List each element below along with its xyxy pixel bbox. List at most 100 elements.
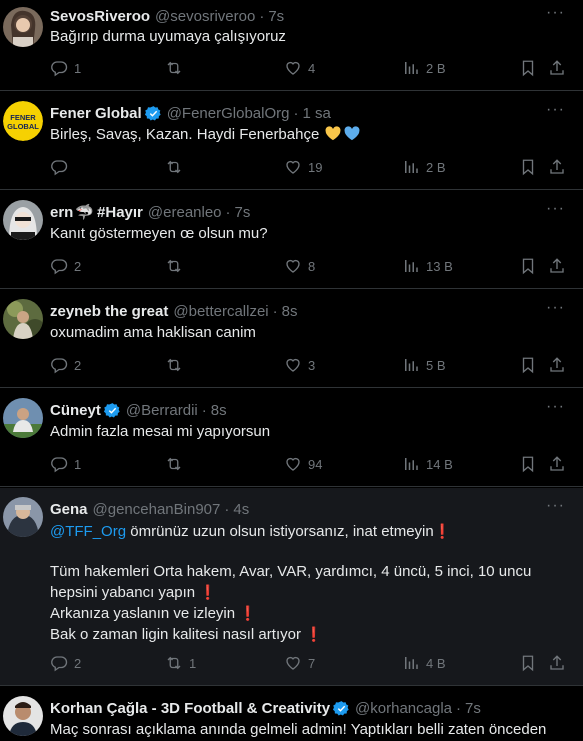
views-button[interactable]: 4 B (402, 653, 446, 673)
tweet[interactable]: zeyneb the great @bettercallzei · 8s ···… (0, 290, 583, 388)
more-options-icon[interactable]: ··· (546, 102, 565, 118)
like-button[interactable]: 4 (284, 58, 315, 78)
timestamp[interactable]: 8s (211, 402, 227, 419)
more-options-icon[interactable]: ··· (546, 300, 565, 316)
bookmark-icon (522, 159, 534, 176)
reply-button[interactable]: 1 (50, 454, 81, 474)
avatar[interactable] (3, 497, 43, 537)
timestamp[interactable]: 7s (465, 700, 481, 717)
avatar-logo-text: GLOBAL (7, 122, 39, 131)
views-button[interactable]: 5 B (402, 355, 446, 375)
display-name[interactable]: Fener Global (50, 105, 142, 122)
bookmark-button[interactable] (519, 256, 537, 276)
reply-icon (51, 358, 68, 374)
views-button[interactable]: 2 B (402, 157, 446, 177)
share-button[interactable] (548, 256, 566, 276)
share-button[interactable] (548, 454, 566, 474)
reply-button[interactable]: 2 (50, 653, 81, 673)
handle[interactable]: @korhancagla (355, 700, 452, 717)
display-name[interactable]: SevosRiveroo (50, 8, 150, 25)
retweet-button[interactable] (165, 256, 189, 276)
mention-link[interactable]: @TFF_Org (50, 523, 126, 540)
verified-badge-icon (333, 700, 349, 715)
timestamp[interactable]: 7s (268, 8, 284, 25)
share-button[interactable] (548, 58, 566, 78)
bookmark-button[interactable] (519, 653, 537, 673)
views-icon (405, 458, 418, 470)
retweet-button[interactable]: 1 (165, 653, 196, 673)
bookmark-button[interactable] (519, 157, 537, 177)
share-button[interactable] (548, 355, 566, 375)
display-name[interactable]: Gena (50, 501, 88, 518)
like-button[interactable]: 94 (284, 454, 322, 474)
handle[interactable]: @gencehanBin907 (93, 501, 221, 518)
action-bar: 1 4 2 B (50, 58, 583, 78)
like-count: 94 (308, 456, 323, 472)
more-options-icon[interactable]: ··· (546, 498, 565, 514)
bookmark-button[interactable] (519, 355, 537, 375)
avatar[interactable] (3, 200, 43, 240)
display-name[interactable]: Cüneyt (50, 402, 101, 419)
handle[interactable]: @FenerGlobalOrg (167, 105, 290, 122)
timestamp[interactable]: 7s (235, 204, 251, 221)
views-button[interactable]: 2 B (402, 58, 446, 78)
blue-heart-icon (344, 126, 360, 141)
retweet-icon (167, 259, 181, 273)
retweet-icon (167, 160, 181, 174)
retweet-button[interactable] (165, 355, 189, 375)
bookmark-button[interactable] (519, 58, 537, 78)
retweet-button[interactable] (165, 58, 189, 78)
tweet-text: oxumadim ama haklisan canim (50, 324, 256, 341)
avatar[interactable] (3, 398, 43, 438)
tweet-text: @TFF_Org ömrünüz uzun olsun istiyorsanız… (50, 521, 569, 645)
avatar[interactable] (3, 299, 43, 339)
like-button[interactable]: 8 (284, 256, 315, 276)
reply-button[interactable]: 2 (50, 355, 81, 375)
handle[interactable]: @Berrardii (126, 402, 198, 419)
timestamp[interactable]: 4s (233, 501, 249, 518)
tweet[interactable]: Cüneyt @Berrardii · 8s ··· Admin fazla m… (0, 389, 583, 487)
display-name[interactable]: Korhan Çağla - 3D Football & Creativity (50, 700, 330, 717)
more-options-icon[interactable]: ··· (546, 5, 565, 21)
timestamp[interactable]: 8s (282, 303, 298, 320)
avatar-logo-text: FENER (10, 113, 36, 122)
like-button[interactable]: 3 (284, 355, 315, 375)
avatar[interactable] (3, 696, 43, 736)
handle[interactable]: @sevosriveroo (155, 8, 255, 25)
tweet[interactable]: FENER GLOBAL Fener Global @FenerGlobalOrg… (0, 92, 583, 190)
avatar[interactable] (3, 7, 43, 47)
reply-button[interactable] (50, 157, 74, 177)
views-button[interactable]: 13 B (402, 256, 453, 276)
reply-icon (51, 656, 68, 672)
display-name[interactable]: zeyneb the great (50, 303, 168, 320)
view-count: 4 B (426, 655, 446, 671)
tweet[interactable]: SevosRiveroo @sevosriveroo · 7s ··· Bağı… (0, 0, 583, 91)
tweet[interactable]: ern 🦈 #Hayır @ereanleo · 7s ··· Kanıt gö… (0, 191, 583, 289)
handle[interactable]: @ereanleo (148, 204, 222, 221)
bookmark-button[interactable] (519, 454, 537, 474)
avatar[interactable]: FENER GLOBAL (3, 101, 43, 141)
views-button[interactable]: 14 B (402, 454, 453, 474)
exclamation-emoji: ❗ (199, 584, 217, 600)
retweet-button[interactable] (165, 157, 189, 177)
separator-dot: · (293, 104, 299, 122)
handle[interactable]: @bettercallzei (173, 303, 268, 320)
retweet-button[interactable] (165, 454, 189, 474)
action-bar: 2 1 7 4 B (50, 653, 583, 673)
display-name-suffix[interactable]: #Hayır (97, 204, 143, 221)
more-options-icon[interactable]: ··· (546, 399, 565, 415)
display-name[interactable]: ern (50, 204, 73, 221)
reply-button[interactable]: 2 (50, 256, 81, 276)
separator-dot: · (224, 500, 230, 518)
retweet-icon (167, 61, 181, 75)
timestamp[interactable]: 1 sa (302, 105, 330, 122)
tweet[interactable]: Gena @gencehanBin907 · 4s ··· @TFF_Org ö… (0, 488, 583, 686)
reply-button[interactable]: 1 (50, 58, 81, 78)
tweet-text: Birleş, Savaş, Kazan. Haydi Fenerbahçe (50, 125, 569, 145)
like-button[interactable]: 19 (284, 157, 322, 177)
tweet[interactable]: Korhan Çağla - 3D Football & Creativity … (0, 687, 583, 741)
like-button[interactable]: 7 (284, 653, 315, 673)
more-options-icon[interactable]: ··· (546, 201, 565, 217)
share-button[interactable] (548, 157, 566, 177)
share-button[interactable] (548, 653, 566, 673)
